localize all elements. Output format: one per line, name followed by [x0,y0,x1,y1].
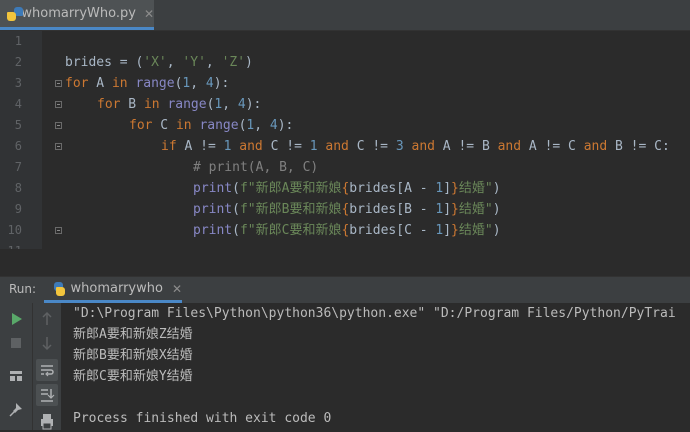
fold-marker-icon[interactable] [55,80,62,87]
panel-divider [0,249,690,276]
print-icon[interactable] [36,410,58,432]
code-line-10: print(f"新郎C要和新娘{brides[C - 1]}结婚") [193,223,501,238]
python-file-icon [7,6,23,21]
close-tab-icon[interactable]: ✕ [144,7,154,21]
console-line-exit-status: Process finished with exit code 0 [73,411,332,426]
code-line-3: for A in range(1, 4): [65,76,230,91]
line-number: 10 [7,223,22,237]
fold-marker-icon[interactable] [55,101,62,108]
python-run-icon [54,281,65,296]
line-number: 11 [0,241,22,249]
layout-icon[interactable] [5,365,27,387]
run-tool-window-header: Run: whomarrywho ✕ [0,276,690,304]
line-number: 1 [14,34,22,48]
run-toolbar-left [0,303,32,430]
scroll-to-end-icon[interactable] [36,384,58,406]
line-number: 9 [14,202,22,216]
pin-icon[interactable] [5,399,27,421]
code-line-6: if A != 1 and C != 1 and C != 3 and A !=… [161,139,670,154]
console-line-command: "D:\Program Files\Python\python36\python… [73,306,676,321]
code-editor[interactable]: 1 2 3 4 5 6 7 8 9 10 11 brides = ('X', '… [0,31,690,249]
stop-icon[interactable] [5,332,27,354]
line-number: 3 [14,76,22,90]
console-line: 新郎B要和新娘X结婚 [73,348,193,363]
editor-tab-title: whomarryWho.py [21,6,136,21]
code-line-4: for B in range(1, 4): [97,97,262,112]
console-line: 新郎C要和新娘Y结婚 [73,369,193,384]
code-line-5: for C in range(1, 4): [129,118,294,133]
run-toolbar-right [32,303,61,430]
up-arrow-icon[interactable] [36,308,58,330]
code-line-8: print(f"新郎A要和新娘{brides[A - 1]}结婚") [193,181,501,196]
run-console-output[interactable]: "D:\Program Files\Python\python36\python… [61,303,690,430]
close-run-tab-icon[interactable]: ✕ [172,282,182,296]
fold-marker-icon[interactable] [55,227,62,234]
fold-marker-icon[interactable] [55,122,62,129]
line-number: 2 [14,55,22,69]
code-line-7: # print(A, B, C) [193,160,319,175]
code-line-9: print(f"新郎B要和新娘{brides[B - 1]}结婚") [193,202,501,217]
line-number: 5 [14,118,22,132]
down-arrow-icon[interactable] [36,332,58,354]
fold-marker-icon[interactable] [55,143,62,150]
console-line: 新郎A要和新娘Z结婚 [73,327,193,342]
soft-wrap-icon[interactable] [36,359,58,381]
line-number: 7 [14,160,22,174]
run-tab-whomarrywho[interactable]: whomarrywho ✕ [44,277,182,303]
line-number: 4 [14,97,22,111]
rerun-icon[interactable] [5,308,27,330]
run-label: Run: [9,282,37,296]
line-number: 6 [14,139,22,153]
line-number: 8 [14,181,22,195]
run-tab-title: whomarrywho [70,281,163,296]
editor-tab-bar: whomarryWho.py ✕ [0,0,690,31]
editor-tab-whomarrywho[interactable]: whomarryWho.py ✕ [0,0,154,30]
code-line-2: brides = ('X', 'Y', 'Z') [65,55,253,70]
